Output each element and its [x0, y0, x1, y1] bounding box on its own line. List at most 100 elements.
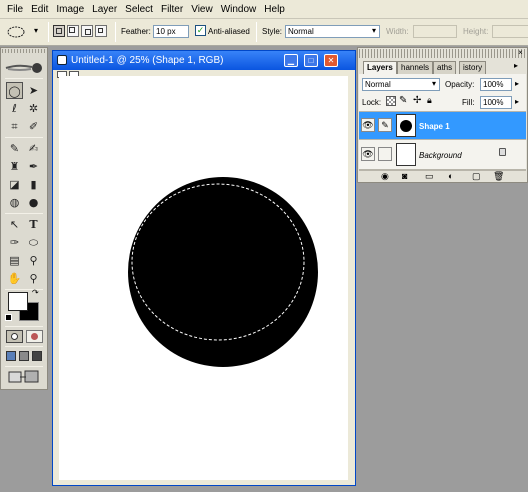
slice-tool-icon[interactable]: ✐ [25, 118, 42, 135]
minimize-button[interactable]: ▁ [284, 54, 298, 67]
menu-view[interactable]: View [188, 4, 218, 15]
chevron-right-icon[interactable]: ▸ [515, 97, 519, 106]
new-layer-icon[interactable]: ▢ [472, 171, 481, 182]
visibility-eye-icon[interactable]: 👁︎ [361, 118, 375, 132]
layer-styles-icon[interactable]: ◉ [381, 171, 389, 182]
zoom-tool-icon[interactable]: ⚲ [25, 270, 42, 287]
menu-help[interactable]: Help [261, 4, 290, 15]
menu-edit[interactable]: Edit [28, 4, 53, 15]
height-input[interactable] [492, 25, 528, 38]
notes-tool-icon[interactable]: ▤ [6, 252, 23, 269]
palette-close-icon[interactable]: × [516, 49, 525, 58]
style-value: Normal [288, 27, 314, 36]
new-selection-button[interactable] [53, 25, 65, 37]
lasso-tool-icon[interactable]: ℓ [6, 100, 23, 117]
style-select[interactable]: Normal ▾ [285, 25, 380, 38]
screen-mode-menu-icon[interactable] [19, 351, 29, 361]
lock-all-icon[interactable]: 🔒︎ [427, 95, 435, 105]
fill-input[interactable]: 100% [480, 96, 512, 109]
new-set-icon[interactable]: ▭ [425, 171, 434, 182]
eraser-tool-icon[interactable]: ◪ [6, 176, 23, 193]
add-selection-button[interactable] [67, 25, 79, 37]
tab-layers[interactable]: Layers [363, 61, 397, 74]
screen-mode-full-icon[interactable] [32, 351, 42, 361]
screen-mode-standard-icon[interactable] [6, 351, 16, 361]
quick-mask-mode-icon[interactable] [26, 330, 43, 343]
layer-thumbnail-background [396, 143, 416, 166]
black-circle-shape[interactable] [128, 177, 318, 367]
elliptical-marquee-tool-icon[interactable]: ◯ [6, 82, 23, 99]
tab-channels[interactable]: hannels [397, 61, 434, 74]
history-brush-tool-icon[interactable]: ✒ [25, 158, 42, 175]
jump-to-imageready-icon[interactable] [7, 369, 41, 384]
feather-input[interactable]: 10 px [153, 25, 189, 38]
palette-bottom-toolbar: ◉ ◙ ▭ ◐ ▢ 🗑︎ [359, 170, 526, 182]
intersect-selection-button[interactable] [95, 25, 107, 37]
trash-icon[interactable]: 🗑︎ [493, 171, 504, 182]
tab-paths[interactable]: aths [433, 61, 457, 74]
anti-aliased-label: Anti-aliased [208, 27, 250, 36]
add-mask-icon[interactable]: ◙ [402, 171, 407, 181]
palette-menu-icon[interactable]: ▸ [514, 61, 518, 70]
shape-tool-icon[interactable]: ⬭ [25, 234, 42, 251]
clone-stamp-tool-icon[interactable]: ♜ [6, 158, 23, 175]
lock-image-icon[interactable]: ✎ [399, 95, 407, 106]
tool-preset-picker[interactable]: ▾ [4, 24, 44, 40]
magic-wand-tool-icon[interactable]: ✲ [25, 100, 42, 117]
blur-tool-icon[interactable]: ◍ [6, 194, 23, 211]
layer-link-icon[interactable] [378, 147, 392, 161]
menu-filter[interactable]: Filter [158, 4, 188, 15]
dodge-tool-icon[interactable]: ● [25, 194, 42, 211]
feather-label: Feather: [121, 27, 151, 36]
visibility-eye-icon[interactable]: 👁︎ [361, 147, 375, 161]
lock-label: Lock: [362, 98, 382, 107]
lock-transparency-icon[interactable] [386, 96, 396, 106]
adjustment-layer-icon[interactable]: ◐ [448, 171, 453, 181]
menu-layer[interactable]: Layer [89, 4, 122, 15]
swap-colors-icon[interactable]: ↷ [32, 288, 39, 297]
path-selection-tool-icon[interactable]: ↖ [6, 216, 23, 233]
opacity-input[interactable]: 100% [480, 78, 512, 91]
document-title-bar[interactable]: Untitled-1 @ 25% (Shape 1, RGB) ▁ □ ✕ [53, 51, 355, 70]
palette-grip[interactable] [359, 49, 526, 58]
menu-select[interactable]: Select [122, 4, 158, 15]
document-title: Untitled-1 @ 25% (Shape 1, RGB) [71, 55, 224, 66]
document-canvas[interactable] [59, 76, 348, 480]
toolbox: ◯ ➤ ℓ ✲ ⌗ ✐ ✎ ✍ ♜ ✒ ◪ ▮ ◍ ● ↖ T ✑ ⬭ ▤ ⚲ … [0, 47, 48, 390]
layer-lock-icon [499, 148, 506, 156]
blend-mode-select[interactable]: Normal ▾ [362, 78, 440, 91]
subtract-selection-button[interactable] [81, 25, 93, 37]
adobe-feather-logo [4, 60, 44, 76]
canvas-artwork [128, 177, 318, 367]
chevron-right-icon[interactable]: ▸ [515, 79, 519, 88]
opacity-label: Opacity: [445, 80, 475, 89]
ellipse-marquee-icon [7, 26, 25, 38]
tab-history[interactable]: istory [459, 61, 487, 74]
maximize-button[interactable]: □ [304, 54, 318, 67]
gradient-tool-icon[interactable]: ▮ [25, 176, 42, 193]
eyedropper-tool-icon[interactable]: ⚲ [25, 252, 42, 269]
menu-image[interactable]: Image [53, 4, 89, 15]
layer-row-background[interactable]: 👁︎ Background [359, 141, 526, 170]
hand-tool-icon[interactable]: ✋ [6, 270, 23, 287]
crop-tool-icon[interactable]: ⌗ [6, 118, 23, 135]
default-colors-icon[interactable] [5, 314, 12, 321]
layer-row-shape-1[interactable]: 👁︎ ✎ Shape 1 [359, 111, 526, 140]
brush-tool-icon[interactable]: ✍ [25, 140, 42, 157]
height-label: Height: [463, 27, 489, 36]
layer-name-shape-1: Shape 1 [419, 122, 450, 131]
menu-window[interactable]: Window [218, 4, 262, 15]
move-tool-icon[interactable]: ➤ [25, 82, 42, 99]
healing-brush-tool-icon[interactable]: ✎ [6, 140, 23, 157]
close-button[interactable]: ✕ [324, 54, 338, 67]
menu-file[interactable]: File [4, 4, 28, 15]
lock-position-icon[interactable]: ✢ [413, 95, 421, 106]
anti-aliased-checkbox[interactable]: ✓ [195, 25, 206, 36]
standard-mode-icon[interactable] [6, 330, 23, 343]
chevron-down-icon: ▾ [431, 79, 436, 88]
foreground-color-swatch[interactable] [8, 292, 28, 311]
layer-link-brush-icon[interactable]: ✎ [378, 118, 392, 132]
type-tool-icon[interactable]: T [25, 216, 42, 233]
pen-tool-icon[interactable]: ✑ [6, 234, 23, 251]
width-input[interactable] [413, 25, 457, 38]
